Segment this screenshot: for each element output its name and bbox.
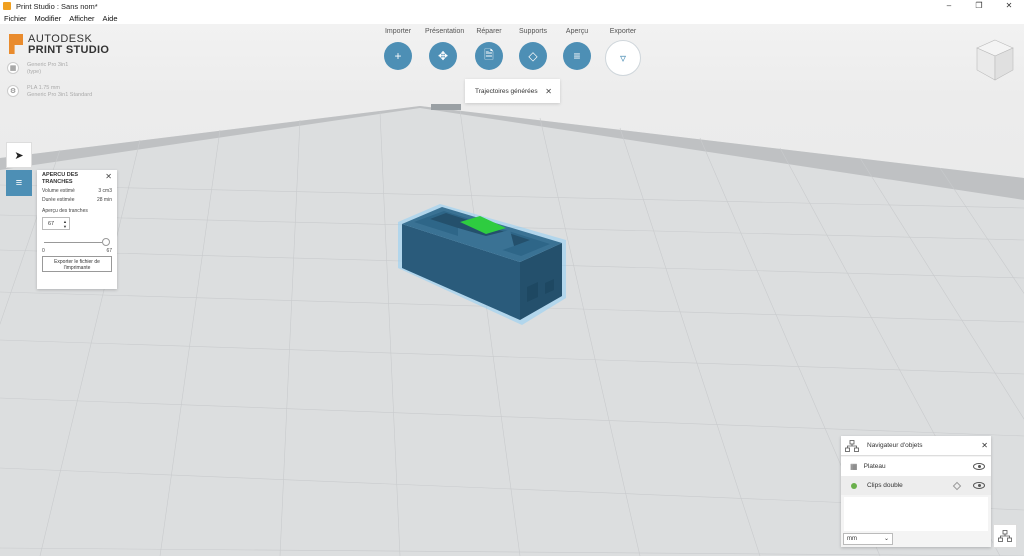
- window-title: Print Studio : Sans nom*: [16, 1, 98, 11]
- presentation-label: Présentation: [425, 28, 465, 35]
- volume-label: Volume estimé: [42, 188, 75, 195]
- select-tool[interactable]: ➤: [6, 142, 32, 168]
- navigator-header: Navigateur d'objets ✕: [841, 436, 991, 456]
- app-logo: AUTODESK PRINT STUDIO: [9, 34, 109, 56]
- menu-edit[interactable]: Modifier: [35, 14, 62, 23]
- autodesk-logo-icon: [9, 34, 23, 54]
- supports-label: Supports: [518, 28, 548, 35]
- preview-tool[interactable]: Aperçu ≡: [559, 28, 595, 70]
- plate-icon: ▦: [850, 462, 858, 471]
- menu-file[interactable]: Fichier: [4, 14, 27, 23]
- maximize-icon[interactable]: ❐: [964, 0, 994, 12]
- app-icon: [3, 2, 11, 10]
- supports-tool[interactable]: Supports ◇: [515, 28, 551, 70]
- document-icon[interactable]: 🗎: [475, 42, 503, 70]
- slices-label: Aperçu des tranches: [42, 208, 88, 215]
- notification-toast: Trajectoires générées ✕: [465, 79, 560, 103]
- panel-title: APERCU DES TRANCHES: [42, 172, 79, 185]
- item-label: Clips double: [867, 482, 903, 489]
- slice-slider[interactable]: [42, 237, 112, 249]
- object-navigator-button[interactable]: [993, 524, 1017, 548]
- printer-name: Generic Pro 3in1: [27, 62, 69, 68]
- close-icon[interactable]: ✕: [105, 172, 112, 181]
- menu-view[interactable]: Afficher: [69, 14, 94, 23]
- preview-label: Aperçu: [565, 28, 589, 35]
- object-navigator: Navigateur d'objets ✕ ▦ Plateau Clips do…: [841, 436, 991, 547]
- printer-icon: ▦: [7, 62, 19, 74]
- supports-icon[interactable]: ◇: [519, 42, 547, 70]
- move-icon[interactable]: ✥: [429, 42, 457, 70]
- close-icon[interactable]: ✕: [545, 87, 552, 96]
- product-name: PRINT STUDIO: [28, 44, 110, 56]
- duration-value: 28 min: [96, 197, 112, 204]
- chevron-down-icon: ⌄: [883, 536, 889, 542]
- duration-row: Durée estimée 28 min: [42, 197, 112, 203]
- eye-icon[interactable]: [973, 463, 985, 470]
- duration-label: Durée estimée: [42, 197, 75, 204]
- hierarchy-icon: [998, 530, 1012, 542]
- import-label: Importer: [384, 28, 412, 35]
- view-cube[interactable]: [975, 38, 1015, 82]
- cursor-icon: ➤: [14, 149, 24, 162]
- material-selector[interactable]: ⚙ PLA 1.75 mm Generic Pro 3in1 Standard: [7, 85, 92, 100]
- layers-icon: ≡: [15, 177, 23, 189]
- layers-icon[interactable]: ≡: [563, 42, 591, 70]
- repair-tool[interactable]: Réparer 🗎: [471, 28, 507, 70]
- status-dot-icon: [851, 482, 857, 489]
- slice-stepper[interactable]: 67 ▲ ▼: [42, 217, 70, 231]
- list-item[interactable]: ▦ Plateau: [841, 457, 991, 476]
- minimize-icon[interactable]: –: [934, 0, 964, 12]
- stepper-arrows-icon[interactable]: ▲ ▼: [63, 219, 67, 229]
- material-profile: Generic Pro 3in1 Standard: [27, 92, 93, 99]
- gear-icon: ⚙: [7, 85, 19, 97]
- volume-value: 3 cm3: [98, 188, 112, 195]
- printer-selector[interactable]: ▦ Generic Pro 3in1 (type): [7, 62, 68, 77]
- export-tool[interactable]: Exporter ▿: [605, 28, 641, 76]
- plus-icon[interactable]: +: [384, 42, 412, 70]
- import-tool[interactable]: Importer +: [380, 28, 416, 70]
- eye-icon[interactable]: [973, 482, 985, 489]
- printer-type: (type): [27, 69, 42, 76]
- slice-value: 67: [48, 220, 55, 227]
- navigator-list-empty: [844, 497, 988, 531]
- volume-row: Volume estimé 3 cm3: [42, 188, 112, 194]
- material-name: PLA 1.75 mm: [27, 85, 61, 91]
- slice-preview-tool[interactable]: ≡: [6, 170, 32, 196]
- menu-bar: Fichier Modifier Afficher Aide: [0, 12, 1024, 24]
- export-printer-file-button[interactable]: Exporter le fichier de l'imprimante: [42, 256, 112, 273]
- presentation-tool[interactable]: Présentation ✥: [425, 28, 465, 70]
- supports-icon[interactable]: [952, 481, 962, 490]
- slice-preview-panel: APERCU DES TRANCHES ✕ Volume estimé 3 cm…: [37, 170, 117, 289]
- navigator-title: Navigateur d'objets: [867, 442, 923, 449]
- menu-help[interactable]: Aide: [103, 14, 118, 23]
- workflow-toolbar: Importer + Présentation ✥ Réparer 🗎 Supp…: [380, 28, 660, 78]
- repair-label: Réparer: [476, 28, 502, 35]
- close-icon[interactable]: ✕: [994, 0, 1024, 12]
- unit-value: mm: [847, 536, 857, 542]
- window-controls: – ❐ ✕: [934, 0, 1024, 12]
- hierarchy-icon: [845, 439, 859, 452]
- close-icon[interactable]: ✕: [981, 441, 988, 450]
- unit-select[interactable]: mm ⌄: [843, 533, 893, 545]
- slider-track: [44, 242, 102, 244]
- export-icon[interactable]: ▿: [605, 40, 641, 76]
- plate-clip: [431, 104, 461, 110]
- list-item[interactable]: Clips double: [841, 476, 991, 495]
- title-bar: Print Studio : Sans nom* – ❐ ✕: [0, 0, 1024, 12]
- item-label: Plateau: [863, 463, 886, 470]
- toast-message: Trajectoires générées: [475, 87, 538, 95]
- slider-thumb[interactable]: [102, 238, 110, 247]
- export-label: Exporter: [609, 28, 637, 35]
